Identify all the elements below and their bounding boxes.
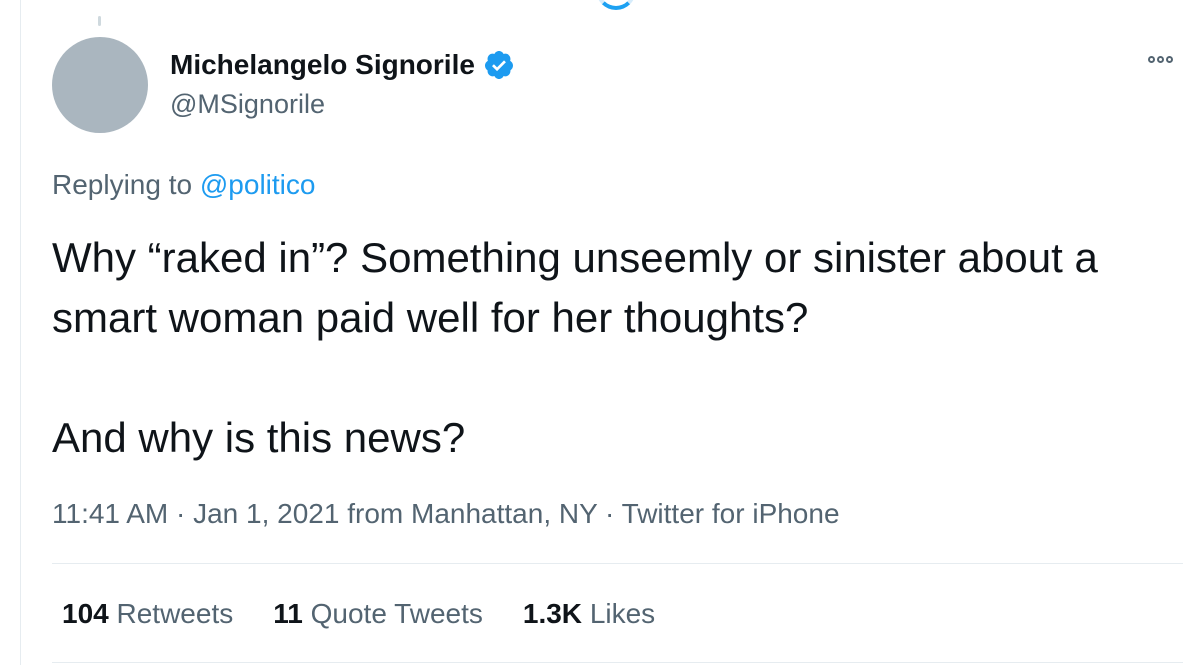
retweets-label: Retweets	[116, 598, 234, 629]
tweet-timestamp-source[interactable]: 11:41 AM · Jan 1, 2021 from Manhattan, N…	[52, 497, 840, 531]
tweet-paragraph: Why “raked in”? Something unseemly or si…	[52, 234, 1098, 341]
replying-to-line: Replying to @politico	[52, 168, 315, 202]
engagement-stats: 104 Retweets 11 Quote Tweets 1.3K Likes	[62, 597, 655, 631]
reply-mention-link[interactable]: @politico	[200, 169, 316, 200]
avatar[interactable]	[52, 37, 148, 133]
likes-count: 1.3K	[522, 598, 583, 629]
quote-tweets-count: 11	[273, 598, 303, 629]
more-options-icon[interactable]	[1148, 56, 1173, 63]
column-border	[20, 0, 21, 665]
verified-badge-icon	[483, 49, 515, 81]
quote-tweets-label: Quote Tweets	[310, 598, 483, 629]
more-dot	[1166, 56, 1173, 63]
tweet-paragraph: And why is this news?	[52, 414, 466, 461]
replying-to-label: Replying to	[52, 169, 200, 200]
quote-tweets-stat[interactable]: 11 Quote Tweets	[273, 597, 483, 631]
likes-label: Likes	[589, 598, 656, 629]
more-dot	[1157, 56, 1164, 63]
author-display-name[interactable]: Michelangelo Signorile	[170, 48, 475, 82]
more-dot	[1148, 56, 1155, 63]
author-handle[interactable]: @MSignorile	[170, 88, 325, 120]
loading-spinner-icon	[596, 0, 636, 10]
thread-connector	[98, 16, 101, 26]
tweet-detail-page: Michelangelo Signorile @MSignorile Reply…	[0, 0, 1183, 665]
likes-stat[interactable]: 1.3K Likes	[523, 597, 655, 631]
divider	[52, 662, 1183, 663]
retweets-count: 104	[62, 598, 109, 629]
tweet-text: Why “raked in”? Something unseemly or si…	[52, 228, 1172, 468]
retweets-stat[interactable]: 104 Retweets	[62, 597, 233, 631]
divider	[52, 563, 1183, 564]
author-name-row: Michelangelo Signorile	[170, 48, 515, 82]
